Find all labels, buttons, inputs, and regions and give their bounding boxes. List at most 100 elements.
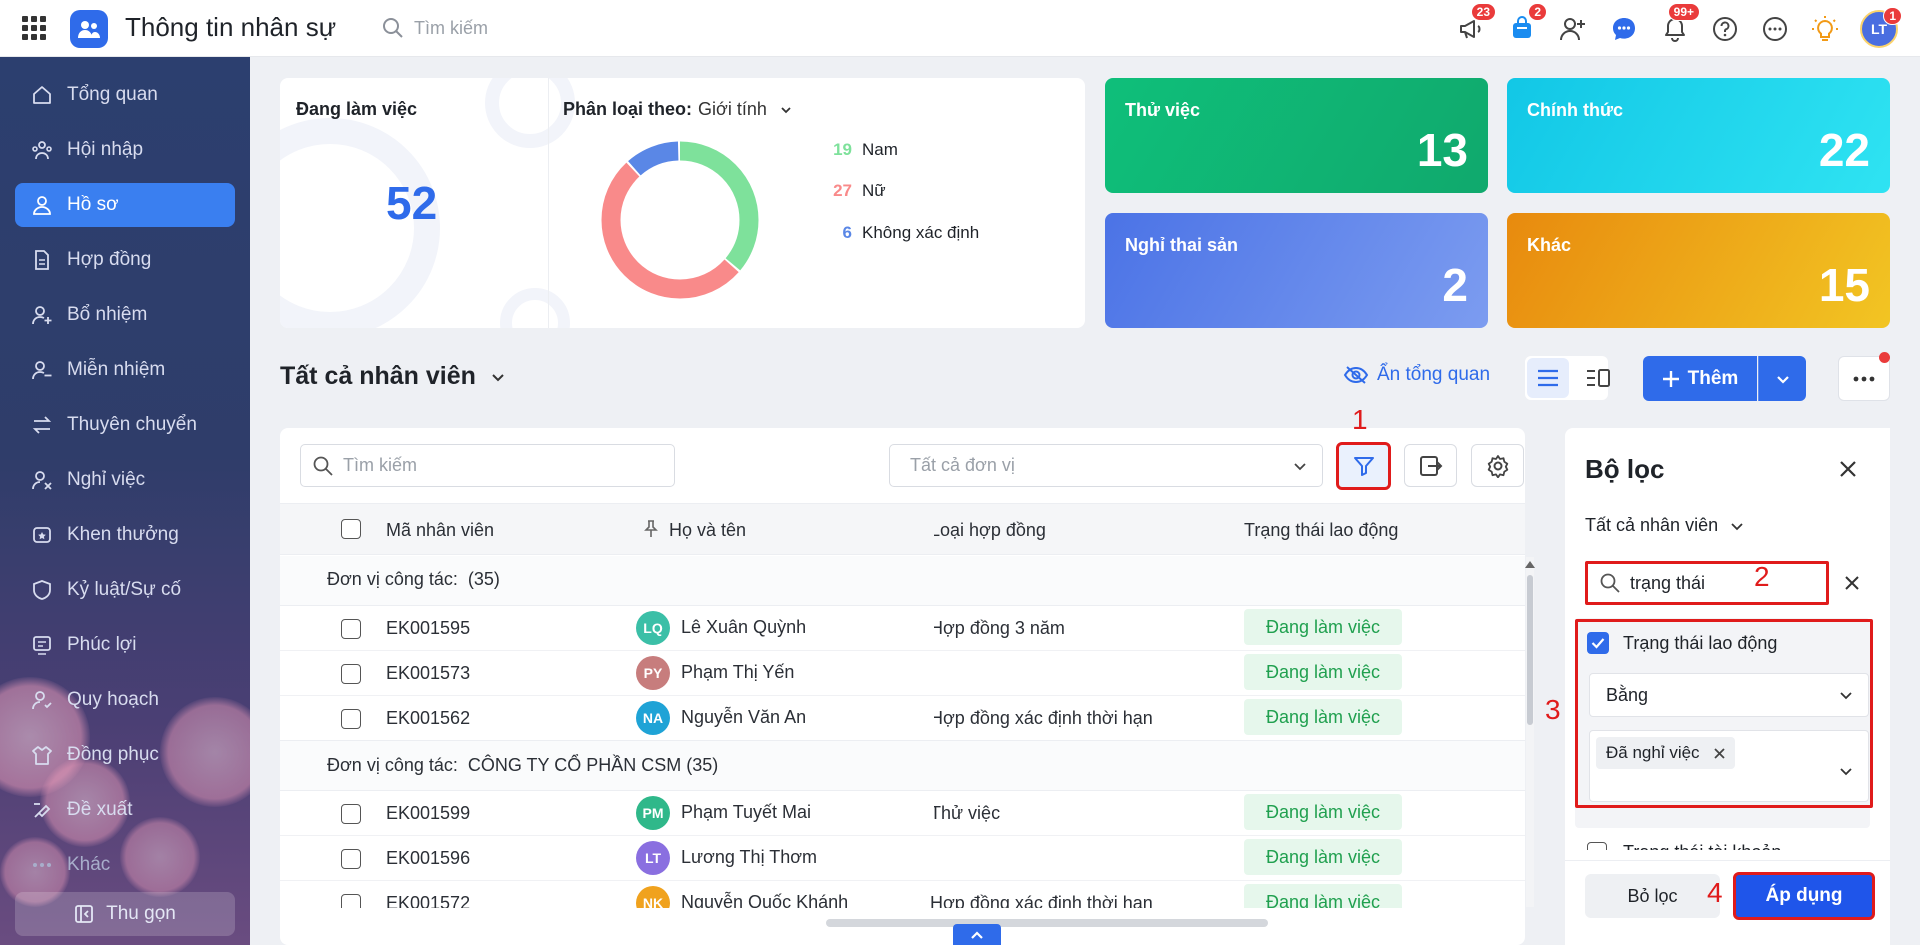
close-icon[interactable] xyxy=(1839,460,1857,478)
cart-icon[interactable]: 2 xyxy=(1505,3,1547,46)
add-label: Thêm xyxy=(1687,367,1739,389)
row-checkbox[interactable] xyxy=(341,664,361,684)
sidebar-item-tong-quan[interactable]: Tổng quan xyxy=(15,73,235,117)
employee-name[interactable]: Phạm Tuyết Mai xyxy=(681,802,811,823)
close-icon[interactable] xyxy=(1713,747,1725,759)
column-header-contract[interactable]: Loại hợp đồng xyxy=(934,520,1046,541)
user-avatar[interactable]: LT 1 xyxy=(1860,7,1902,48)
add-button[interactable]: Thêm xyxy=(1643,356,1757,401)
row-checkbox[interactable] xyxy=(341,894,361,908)
legend-label: Không xác định xyxy=(862,223,980,242)
lightbulb-icon[interactable] xyxy=(1808,12,1842,46)
stat-card-thu-viec[interactable]: Thử việc 13 xyxy=(1105,78,1488,193)
app-logo-icon xyxy=(70,10,108,48)
contract-cell: - xyxy=(934,836,1234,881)
notification-badge: 1 xyxy=(1883,7,1902,25)
classify-value: Giới tính xyxy=(698,99,767,119)
criterion-checkbox[interactable] xyxy=(1587,842,1607,850)
row-checkbox[interactable] xyxy=(341,619,361,639)
sidebar-item-phuc-loi[interactable]: Phúc lợi xyxy=(15,623,235,667)
filter-search-input[interactable]: trạng thái xyxy=(1585,561,1829,605)
list-view-button[interactable] xyxy=(1527,358,1569,398)
stat-card-nghi-thai-san[interactable]: Nghỉ thai sản 2 xyxy=(1105,213,1488,328)
contract-cell: Hợp đồng xác định thời hạn xyxy=(934,696,1234,741)
collapse-sidebar-button[interactable]: Thu gọn xyxy=(15,892,235,936)
sidebar-item-mien-nhiem[interactable]: Miễn nhiệm xyxy=(15,348,235,392)
settings-button[interactable] xyxy=(1471,444,1524,487)
scroll-to-top-button[interactable] xyxy=(953,924,1001,945)
sidebar-item-de-xuat[interactable]: Đề xuất xyxy=(15,788,235,832)
criterion-checkbox[interactable] xyxy=(1587,632,1609,654)
row-checkbox[interactable] xyxy=(341,849,361,869)
sidebar-item-quy-hoach[interactable]: Quy hoạch xyxy=(15,678,235,722)
stat-label: Nghỉ thai sản xyxy=(1125,235,1239,255)
user-minus-icon xyxy=(32,361,52,380)
table-search-input[interactable]: Tìm kiếm xyxy=(300,444,675,487)
bell-icon[interactable]: 99+ xyxy=(1658,3,1700,46)
scroll-up-arrow-icon[interactable] xyxy=(1525,560,1535,568)
more-icon[interactable] xyxy=(1758,12,1792,46)
sidebar-item-label: Kỷ luật/Sự cố xyxy=(67,579,182,600)
table-row-partial[interactable]: EK001572 NK Nguyễn Quốc Khánh Hợp đồng x… xyxy=(280,881,1525,908)
unit-select[interactable]: Tất cả đơn vị xyxy=(889,444,1323,487)
employee-name[interactable]: Phạm Thị Yến xyxy=(681,662,794,683)
sidebar-item-thuyen-chuyen[interactable]: Thuyên chuyển xyxy=(15,403,235,447)
operator-select[interactable]: Bằng xyxy=(1589,673,1869,717)
sidebar-item-dong-phuc[interactable]: Đồng phục xyxy=(15,733,235,777)
employee-name[interactable]: Lê Xuân Quỳnh xyxy=(681,617,806,638)
row-checkbox[interactable] xyxy=(341,709,361,729)
sidebar-item-khen-thuong[interactable]: Khen thưởng xyxy=(15,513,235,557)
row-checkbox[interactable] xyxy=(341,804,361,824)
column-header-status[interactable]: Trạng thái lao động xyxy=(1244,520,1398,541)
export-button[interactable] xyxy=(1404,444,1457,487)
apply-filter-button[interactable]: Áp dụng xyxy=(1733,872,1875,920)
stat-value: 2 xyxy=(1442,259,1468,311)
help-icon[interactable] xyxy=(1708,12,1742,46)
stat-value: 22 xyxy=(1818,124,1870,176)
legend-item-nam: 19 Nam xyxy=(830,140,898,160)
stat-label: Thử việc xyxy=(1125,100,1201,120)
employee-name[interactable]: Nguyễn Quốc Khánh xyxy=(681,892,848,908)
reset-filter-button[interactable]: Bỏ lọc xyxy=(1585,874,1720,918)
sidebar-item-khac[interactable]: Khác xyxy=(15,843,235,887)
collapse-icon xyxy=(75,905,94,923)
add-options-button[interactable] xyxy=(1758,356,1806,401)
chat-icon[interactable] xyxy=(1607,12,1641,46)
shield-icon xyxy=(33,580,51,600)
list-view-dropdown[interactable]: Tất cả nhân viên xyxy=(280,362,506,391)
chevron-down-icon xyxy=(1776,375,1789,384)
stat-card-khac[interactable]: Khác 15 xyxy=(1507,213,1890,328)
column-header-name[interactable]: Họ và tên xyxy=(669,520,746,541)
table-search-placeholder: Tìm kiếm xyxy=(343,455,417,475)
add-user-icon[interactable] xyxy=(1556,12,1590,46)
sidebar-item-ky-luat[interactable]: Kỷ luật/Sự cố xyxy=(15,568,235,612)
filter-button[interactable] xyxy=(1336,442,1391,490)
sidebar-item-label: Hồ sơ xyxy=(67,194,119,215)
pin-icon[interactable] xyxy=(644,520,658,538)
hide-overview-button[interactable]: Ẩn tổng quan xyxy=(1343,364,1490,386)
chevron-down-icon[interactable] xyxy=(1838,763,1854,779)
employee-name[interactable]: Lương Thị Thơm xyxy=(681,847,817,868)
column-header-code[interactable]: Mã nhân viên xyxy=(386,520,494,541)
filter-scope-dropdown[interactable]: Tất cả nhân viên xyxy=(1585,515,1744,536)
sidebar-item-hop-dong[interactable]: Hợp đồng xyxy=(15,238,235,282)
employee-name[interactable]: Nguyễn Văn An xyxy=(681,707,806,728)
sidebar-item-label: Phúc lợi xyxy=(67,634,137,655)
sidebar-item-hoi-nhap[interactable]: Hội nhập xyxy=(15,128,235,172)
split-view-button[interactable] xyxy=(1577,358,1619,398)
user-initials: LT xyxy=(1870,21,1888,37)
sidebar-item-ho-so[interactable]: Hồ sơ xyxy=(15,183,235,227)
stat-card-chinh-thuc[interactable]: Chính thức 22 xyxy=(1507,78,1890,193)
global-search[interactable]: Tìm kiếm xyxy=(382,17,488,39)
value-tag-label: Đã nghỉ việc xyxy=(1606,743,1700,762)
megaphone-icon[interactable]: 23 xyxy=(1454,3,1496,46)
clear-search-button[interactable] xyxy=(1837,562,1867,604)
select-all-checkbox[interactable] xyxy=(341,519,361,539)
horizontal-scroll-thumb[interactable] xyxy=(826,919,1268,927)
sidebar-item-bo-nhiem[interactable]: Bổ nhiệm xyxy=(15,293,235,337)
classify-dropdown[interactable]: Phân loại theo: Giới tính xyxy=(563,99,793,120)
sidebar-item-label: Quy hoạch xyxy=(67,689,159,710)
sidebar-item-nghi-viec[interactable]: Nghỉ việc xyxy=(15,458,235,502)
vertical-scroll-thumb[interactable] xyxy=(1527,575,1533,725)
app-launcher-icon[interactable] xyxy=(22,16,46,40)
